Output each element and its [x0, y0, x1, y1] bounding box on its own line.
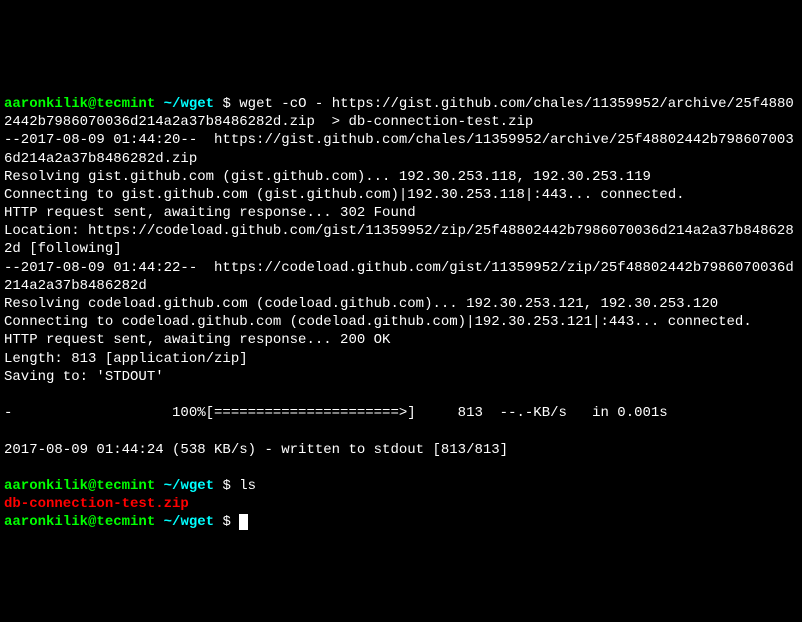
path: ~/wget: [164, 96, 214, 112]
host: tecmint: [96, 96, 155, 112]
output-line: HTTP request sent, awaiting response... …: [4, 332, 390, 348]
terminal-output[interactable]: aaronkilik@tecmint ~/wget $ wget -cO - h…: [4, 77, 798, 532]
output-line: --2017-08-09 01:44:20-- https://gist.git…: [4, 132, 794, 166]
final-line: 2017-08-09 01:44:24 (538 KB/s) - written…: [4, 442, 508, 458]
cursor[interactable]: [239, 514, 248, 530]
prompt-line-1: aaronkilik@tecmint ~/wget $ wget -cO - h…: [4, 96, 794, 130]
prompt-line-3[interactable]: aaronkilik@tecmint ~/wget $: [4, 514, 248, 530]
ls-command: ls: [239, 478, 256, 494]
progress-bar: - 100%[======================>] 813 --.-…: [4, 405, 668, 421]
output-line: Resolving gist.github.com (gist.github.c…: [4, 169, 651, 185]
output-line: Location: https://codeload.github.com/gi…: [4, 223, 794, 257]
prompt-symbol: $: [222, 96, 230, 112]
user: aaronkilik: [4, 96, 88, 112]
ls-output-file: db-connection-test.zip: [4, 496, 189, 512]
output-line: Resolving codeload.github.com (codeload.…: [4, 296, 718, 312]
output-line: Connecting to codeload.github.com (codel…: [4, 314, 752, 330]
output-line: --2017-08-09 01:44:22-- https://codeload…: [4, 260, 794, 294]
output-line: Connecting to gist.github.com (gist.gith…: [4, 187, 685, 203]
output-line: HTTP request sent, awaiting response... …: [4, 205, 416, 221]
output-line: Length: 813 [application/zip]: [4, 351, 248, 367]
prompt-line-2: aaronkilik@tecmint ~/wget $ ls: [4, 478, 256, 494]
output-line: Saving to: 'STDOUT': [4, 369, 164, 385]
